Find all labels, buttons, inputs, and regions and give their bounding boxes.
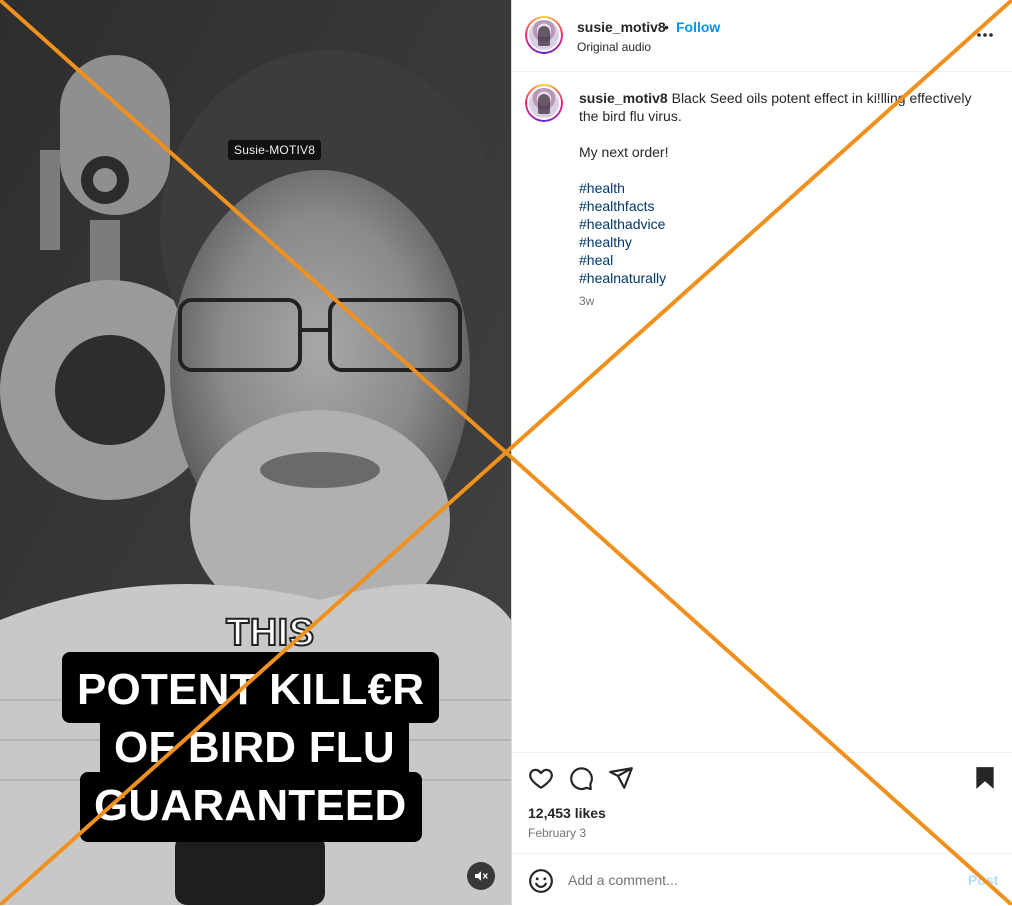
share-icon[interactable]	[608, 765, 634, 791]
post-comment-button[interactable]: Post	[968, 872, 998, 888]
post-time[interactable]: 3w	[579, 292, 979, 310]
caption-area: susie_motiv8 Black Seed oils potent effe…	[512, 72, 1012, 752]
emoji-icon[interactable]	[528, 868, 554, 894]
comment-icon[interactable]	[568, 765, 594, 791]
follow-button[interactable]: Follow	[676, 19, 720, 35]
caption-line: My next order!	[579, 144, 669, 160]
post-panel: susie_motiv8 • Follow Original audio sus…	[511, 0, 1012, 905]
post-date: February 3	[528, 826, 587, 840]
hashtag-link[interactable]: #heal	[579, 251, 979, 269]
hashtag-link[interactable]: #health	[579, 179, 979, 197]
more-horizontal-icon	[977, 33, 993, 37]
action-bar: 12,453 likes February 3	[512, 752, 1012, 853]
comment-bar: Post	[512, 853, 1012, 906]
avatar[interactable]	[525, 16, 563, 54]
hashtag-link[interactable]: #healthfacts	[579, 197, 979, 215]
video-caption-line: OF BIRD FLU	[100, 714, 409, 780]
separator-dot: •	[664, 19, 669, 35]
caption-username[interactable]: susie_motiv8	[579, 90, 668, 106]
hashtag-link[interactable]: #healnaturally	[579, 269, 979, 287]
post-header: susie_motiv8 • Follow Original audio	[512, 0, 1012, 72]
video-caption-line: GUARANTEED	[80, 772, 423, 842]
audio-link[interactable]: Original audio	[577, 40, 651, 54]
likes-count[interactable]: 12,453 likes	[528, 805, 606, 821]
video-caption-small: THIS	[225, 611, 315, 655]
post-caption: susie_motiv8 Black Seed oils potent effe…	[579, 89, 979, 310]
mute-button[interactable]	[467, 862, 495, 890]
author-username[interactable]: susie_motiv8	[577, 19, 666, 35]
speaker-muted-icon	[475, 871, 488, 881]
hashtag-link[interactable]: #healthadvice	[579, 215, 979, 233]
hashtag-link[interactable]: #healthy	[579, 233, 979, 251]
more-options-button[interactable]	[974, 26, 996, 44]
video-watermark: Susie-MOTIV8	[228, 140, 322, 160]
bookmark-icon[interactable]	[972, 765, 998, 791]
avatar[interactable]	[525, 84, 563, 122]
video-caption-line: POTENT KILL€R	[62, 652, 440, 723]
reel-video[interactable]: Susie-MOTIV8 THIS POTENT KILL€R OF BIRD …	[0, 0, 511, 905]
heart-icon[interactable]	[528, 765, 554, 791]
comment-input[interactable]	[568, 868, 948, 892]
